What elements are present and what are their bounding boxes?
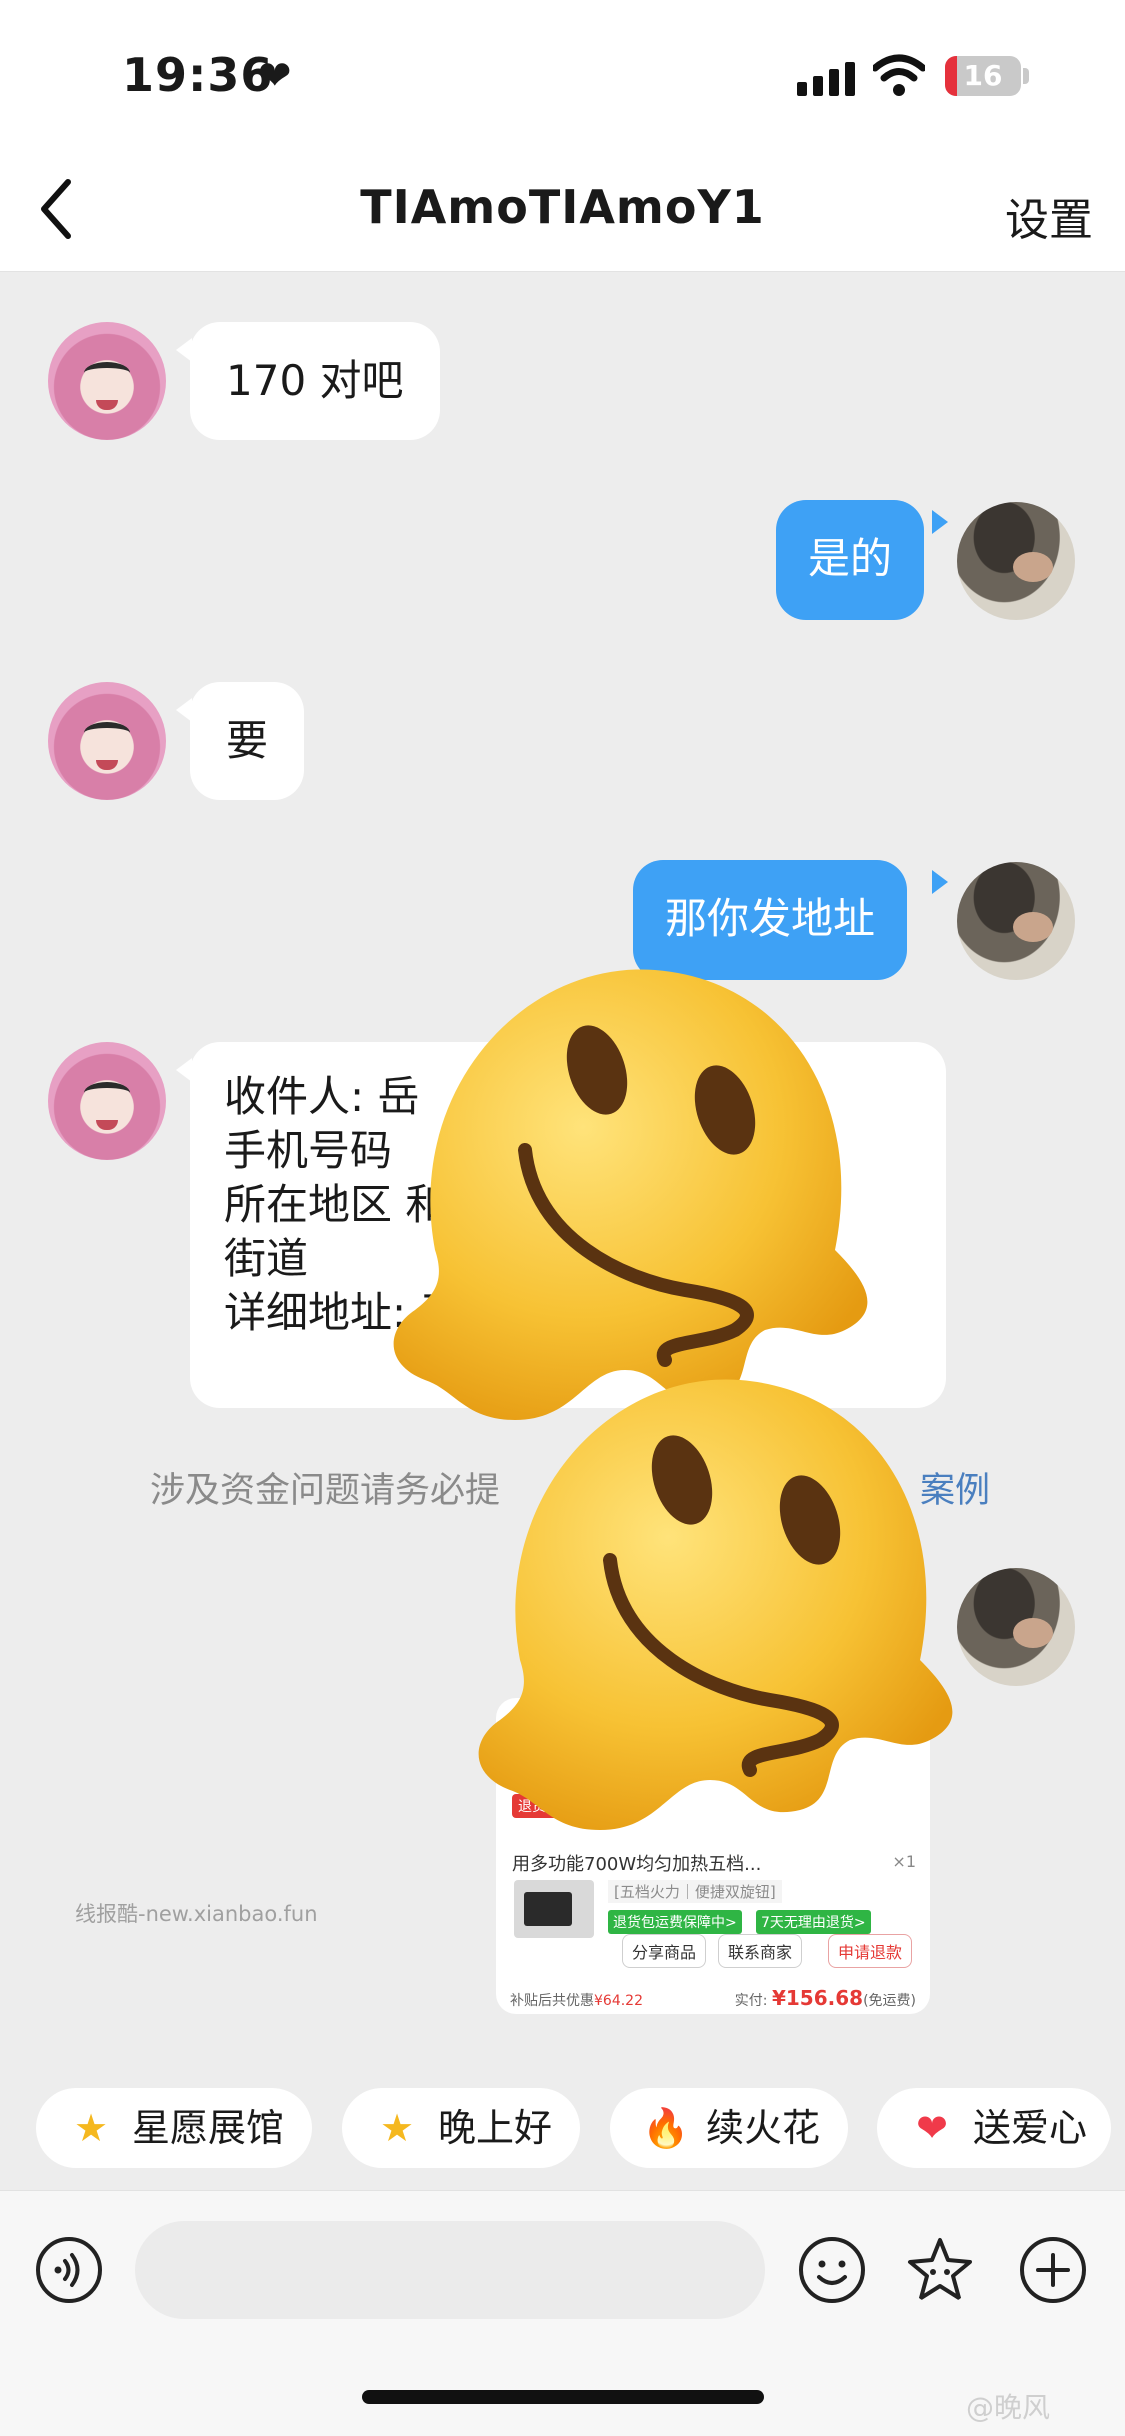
message-bubble[interactable]: 是的 [776,500,925,620]
product-image [514,1880,594,1938]
heart-icon: ❤ [916,2106,948,2150]
quick-reply-chip[interactable]: 🔥 续火花 [610,2088,849,2168]
quick-reply-chip[interactable]: ★ 晚上好 [342,2088,581,2168]
signal-icon [797,62,855,96]
avatar[interactable] [957,862,1075,980]
refund-button[interactable]: 申请退款 [828,1934,913,1968]
voice-icon[interactable] [34,2235,104,2305]
settings-button[interactable]: 设置 [1005,184,1093,248]
chip-label: 星愿展馆 [132,2106,285,2150]
share-product-button[interactable]: 分享商品 [622,1934,707,1968]
plus-icon[interactable] [1018,2235,1088,2305]
shipping-badge: 退货包运费保障中> [608,1910,742,1934]
sticker-icon[interactable] [905,2235,975,2305]
battery-icon: 16 [945,56,1021,96]
return-badge: 7天无理由退货> [756,1910,871,1934]
melting-face-emoji [393,969,868,1420]
chip-label: 送爱心 [973,2106,1088,2150]
shipping-note: (免运费) [863,1993,916,2009]
bubble-tail [932,870,948,894]
paid-amount: 实付: ¥156.68(免运费) [735,1986,916,2010]
home-indicator[interactable] [362,2390,764,2404]
star-icon: ★ [379,2106,415,2150]
star-icon: ★ [73,2106,109,2150]
emoji-icon[interactable] [797,2235,867,2305]
wifi-icon [873,54,925,96]
message-bubble[interactable]: 170 对吧 [190,322,440,440]
avatar[interactable] [48,682,166,800]
product-title: 用多功能700W均匀加热五档... [512,1854,762,1875]
fire-icon: 🔥 [642,2106,690,2150]
page-title: TIAmoTIAmoY1 [360,180,765,234]
subsidy-value: ¥64.22 [594,1993,643,2009]
paid-label: 实付: [734,1993,768,2009]
watermark: 线报酷-new.xianbao.fun [75,1902,318,1926]
subsidy-text: 补贴后共优惠¥64.22 [510,1990,643,2010]
battery-tip [1023,68,1029,84]
bubble-tail [932,510,948,534]
chip-label: 晚上好 [438,2106,553,2150]
avatar[interactable] [48,1042,166,1160]
nav-bar: TIAmoTIAmoY1 设置 [0,150,1125,272]
paid-value: ¥156.68 [771,1986,864,2010]
chip-label: 续火花 [706,2106,821,2150]
corner-watermark: @晚风 [966,2391,1051,2424]
safety-notice: 涉及资金问题请务必提 [150,1471,501,1511]
quick-reply-chip[interactable]: ❤ 送爱心 [877,2088,1112,2168]
status-time: 19:36 [122,48,274,102]
subsidy-label: 补贴后共优惠 [510,1993,594,2009]
avatar[interactable] [957,502,1075,620]
message-input[interactable] [135,2221,765,2319]
avatar[interactable] [957,1568,1075,1686]
message-bubble[interactable]: 要 [190,682,305,800]
product-spec: [五档火力｜便捷双旋钮] [608,1880,782,1903]
battery-level: 16 [963,59,1003,92]
melting-face-emoji [478,1379,953,1830]
product-qty: ×1 [892,1852,916,1871]
contact-seller-button[interactable]: 联系商家 [718,1934,803,1968]
avatar[interactable] [48,322,166,440]
quick-reply-chip[interactable]: ★ 星愿展馆 [36,2088,313,2168]
heart-icon: ❤ [258,53,292,99]
status-bar: 19:36 ❤ 16 [0,0,1125,150]
